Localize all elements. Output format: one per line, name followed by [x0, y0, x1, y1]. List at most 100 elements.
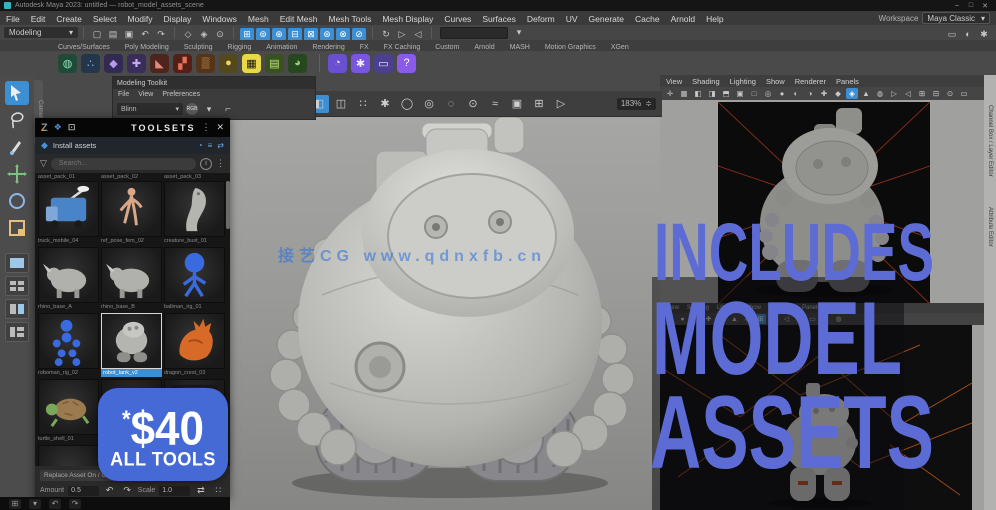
symmetry-icon[interactable]: ✱: [375, 95, 395, 113]
menu-create[interactable]: Create: [56, 14, 82, 24]
snap-grid-icon[interactable]: ⊞: [240, 28, 254, 41]
shelf-noise-icon[interactable]: ▒: [196, 54, 215, 73]
ipr-render-icon[interactable]: ◐: [961, 27, 975, 40]
menu-uv[interactable]: UV: [566, 14, 578, 24]
menu-deform[interactable]: Deform: [527, 14, 555, 24]
panel-icon-16[interactable]: ▷: [888, 88, 900, 99]
menu-modify[interactable]: Modify: [128, 14, 153, 24]
asset-cell[interactable]: truck_mobile_04: [38, 181, 99, 245]
editor-window-title[interactable]: Modeling Toolkit: [113, 77, 315, 89]
snap-center-icon[interactable]: ⊛: [320, 28, 334, 41]
snap-curve-icon[interactable]: ⊚: [256, 28, 270, 41]
rgb-channel-button[interactable]: RGB: [186, 103, 198, 115]
menu-edit[interactable]: Edit: [31, 14, 46, 24]
panel-icon-8[interactable]: ●: [776, 88, 788, 99]
maximize-button[interactable]: □: [964, 2, 978, 9]
move-tool[interactable]: [5, 162, 29, 186]
panel-icon-4[interactable]: ⬒: [720, 88, 732, 99]
shelf-tab-custom[interactable]: Custom: [435, 44, 459, 51]
asset-cell[interactable]: roboman_rig_02: [38, 313, 99, 377]
panel-menu-show[interactable]: Show: [766, 77, 785, 86]
plugin-diamond-icon[interactable]: ❖: [54, 122, 62, 133]
fit-view-icon[interactable]: ⇄: [194, 485, 207, 496]
editor-menu-view[interactable]: View: [138, 91, 153, 98]
asset-cell[interactable]: [38, 445, 99, 466]
asset-thumbnail-rhino[interactable]: [101, 247, 162, 303]
asset-cell[interactable]: turtle_shell_01: [38, 379, 99, 443]
shelf-flower-icon[interactable]: ✱: [351, 54, 370, 73]
shelf-tab-sculpting[interactable]: Sculpting: [184, 44, 213, 51]
panel-menu-lighting[interactable]: Lighting: [730, 77, 756, 86]
panel-icon-2[interactable]: ◧: [692, 88, 704, 99]
menu-generate[interactable]: Generate: [589, 14, 624, 24]
asset-thumbnail-rhino[interactable]: [38, 247, 99, 303]
shelf-tab-poly-modeling[interactable]: Poly Modeling: [125, 44, 169, 51]
shelf-crystal-icon[interactable]: ◆: [104, 54, 123, 73]
shader-select[interactable]: Blinn ▾: [117, 103, 183, 115]
shelf-tab-xgen[interactable]: XGen: [611, 44, 629, 51]
panel-icon-14[interactable]: ▲: [860, 88, 872, 99]
menu-mesh[interactable]: Mesh: [248, 14, 269, 24]
shelf-camera-icon[interactable]: ◔: [328, 54, 347, 73]
panel-icon-7[interactable]: ◎: [762, 88, 774, 99]
save-scene-icon[interactable]: ▣: [122, 28, 136, 41]
page-icon[interactable]: ▷: [551, 95, 571, 113]
workspace-select[interactable]: Maya Classic ▾: [922, 12, 990, 24]
shelf-tab-fx-caching[interactable]: FX Caching: [384, 44, 421, 51]
render-settings-icon[interactable]: ✱: [977, 28, 991, 41]
asset-thumbnail-ballman[interactable]: [164, 247, 225, 303]
asset-cell[interactable]: ref_pose_fem_02: [101, 181, 162, 245]
marquee-icon[interactable]: ⊙: [463, 95, 483, 113]
minimize-button[interactable]: –: [950, 2, 964, 9]
panel-menu-renderer[interactable]: Renderer: [795, 77, 826, 86]
scale-tool[interactable]: [5, 216, 29, 240]
shelf-stamp-icon[interactable]: ▞: [173, 54, 192, 73]
rotate-tool[interactable]: [5, 189, 29, 213]
editor-menu-preferences[interactable]: Preferences: [162, 91, 200, 98]
panel-icon-13[interactable]: ◈: [846, 88, 858, 99]
zoom-level-field[interactable]: 183% ≑: [617, 98, 656, 110]
construction-history-icon[interactable]: ↻: [379, 28, 393, 41]
panel-icon-15[interactable]: ◍: [874, 88, 886, 99]
shelf-pen-icon[interactable]: ✚: [127, 54, 146, 73]
crop-icon[interactable]: ⌐: [221, 103, 235, 116]
panel-icon-20[interactable]: ⊙: [944, 88, 956, 99]
panel-icon-9[interactable]: ◐: [790, 88, 802, 99]
shelf-ball-icon[interactable]: ◕: [288, 54, 307, 73]
redo-icon[interactable]: ↷: [69, 499, 81, 509]
panel-icon-17[interactable]: ◁: [902, 88, 914, 99]
undo-icon[interactable]: ↶: [49, 499, 61, 509]
expand-icon[interactable]: ⇄: [217, 141, 224, 150]
shelf-scatter-icon[interactable]: ∴: [81, 54, 100, 73]
select-component-icon[interactable]: ⊙: [213, 28, 227, 41]
film-gate-icon[interactable]: ◫: [331, 95, 351, 113]
panel-menu-shading[interactable]: Shading: [692, 77, 720, 86]
soft-select-icon[interactable]: ◌: [441, 95, 461, 113]
shelf-tab-mash[interactable]: MASH: [510, 44, 530, 51]
asset-cell[interactable]: creature_bust_01: [164, 181, 225, 245]
list-view-icon[interactable]: ≡: [208, 141, 213, 150]
menu-arnold[interactable]: Arnold: [671, 14, 696, 24]
chevron-down-icon[interactable]: ▾: [202, 103, 216, 116]
menu-surfaces[interactable]: Surfaces: [482, 14, 516, 24]
panel-menu-view[interactable]: View: [666, 77, 682, 86]
target-weld-icon[interactable]: ◎: [419, 95, 439, 113]
undo-icon[interactable]: ↶: [103, 485, 116, 496]
shelf-help-icon[interactable]: ?: [397, 54, 416, 73]
paint-select-tool[interactable]: [5, 135, 29, 159]
circle-select-icon[interactable]: ◯: [397, 95, 417, 113]
menu-cache[interactable]: Cache: [635, 14, 660, 24]
grid-snap-icon[interactable]: ∷: [212, 485, 225, 496]
panel-icon-6[interactable]: □: [748, 88, 760, 99]
close-icon[interactable]: ✕: [216, 122, 224, 133]
asset-thumbnail-dino[interactable]: [164, 181, 225, 237]
shelf-tab-curves-surfaces[interactable]: Curves/Surfaces: [58, 44, 110, 51]
panel-icon[interactable]: ▣: [507, 95, 527, 113]
shelf-screen-icon[interactable]: ▭: [374, 54, 393, 73]
undo-icon[interactable]: ↶: [138, 28, 152, 41]
scrollbar-thumb[interactable]: [226, 181, 230, 229]
panel-icon-12[interactable]: ◆: [832, 88, 844, 99]
filter-icon[interactable]: ▽: [40, 158, 47, 169]
panel-icon-3[interactable]: ◨: [706, 88, 718, 99]
asset-cell[interactable]: rhino_base_A: [38, 247, 99, 311]
